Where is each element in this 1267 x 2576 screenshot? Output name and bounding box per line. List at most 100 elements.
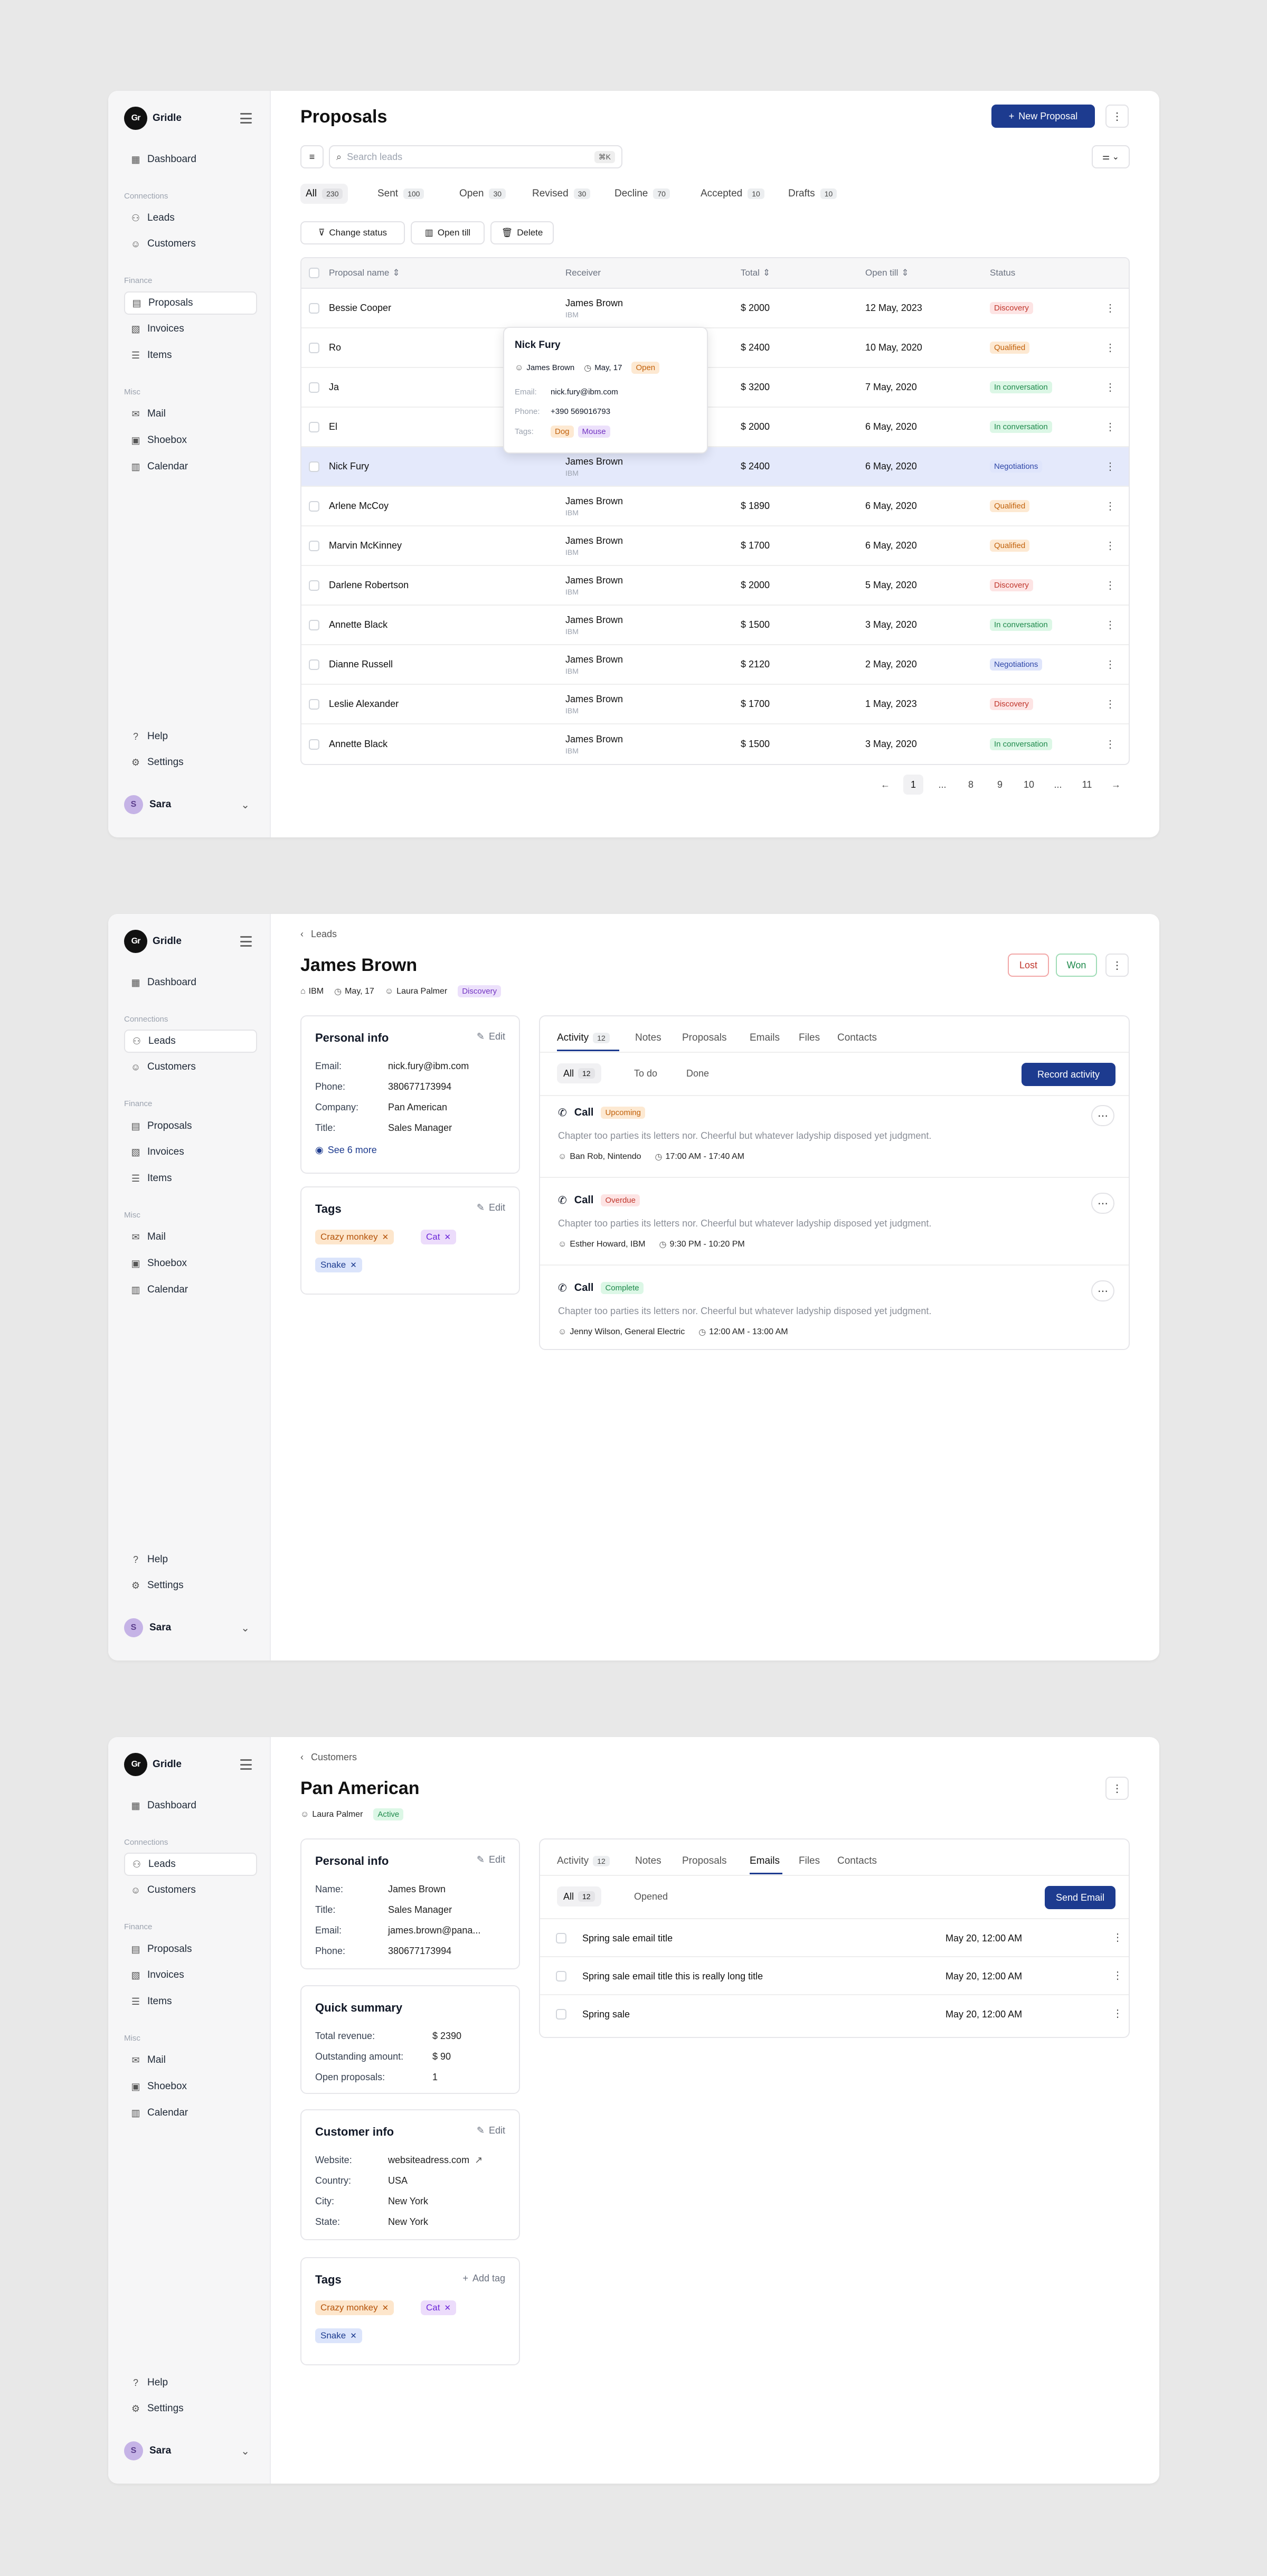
won-button[interactable]: Won	[1056, 954, 1097, 977]
row-checkbox[interactable]	[309, 368, 319, 407]
sidebar-item-shoebox[interactable]: ▣ Shoebox	[124, 1252, 257, 1275]
more-options-button[interactable]: ⋮	[1105, 1777, 1129, 1800]
tab-open[interactable]: Open 30	[454, 184, 511, 204]
sidebar-item-invoices[interactable]: ▧ Invoices	[124, 1964, 257, 1987]
row-options-kebab-icon[interactable]: ⋮	[1105, 447, 1115, 486]
table-row[interactable]: Annette Black James Brown IBM $ 1500 3 May, …	[301, 606, 1129, 645]
proposal-name[interactable]: Bessie Cooper	[329, 289, 391, 327]
sidebar-item-dashboard[interactable]: ▦ Dashboard	[124, 1794, 257, 1817]
proposal-name[interactable]: Marvin McKinney	[329, 526, 402, 565]
sidebar-item-customers[interactable]: ☺ Customers	[124, 232, 257, 256]
field-value[interactable]: websiteadress.com	[388, 2155, 469, 2166]
email-subject[interactable]: Spring sale email title	[582, 1933, 673, 1944]
sidebar-item-mail[interactable]: ✉ Mail	[124, 1225, 257, 1249]
logo[interactable]: Gr Gridle	[124, 1753, 182, 1776]
row-checkbox[interactable]	[309, 487, 319, 525]
col-open-till[interactable]: Open till ⇕	[865, 258, 909, 288]
proposal-name[interactable]: El	[329, 408, 337, 446]
col-proposal-name[interactable]: Proposal name ⇕	[329, 258, 400, 288]
tab-notes[interactable]: Notes	[635, 1032, 661, 1044]
sidebar-item-help[interactable]: ? Help	[124, 725, 257, 748]
sidebar-item-customers[interactable]: ☺ Customers	[124, 1055, 257, 1079]
table-row[interactable]: RoJames BrownIBM$ 240010 May, 2020Qualif…	[301, 328, 1129, 368]
email-row[interactable]: Spring sale May 20, 12:00 AM ⋮	[540, 1995, 1129, 2033]
row-checkbox[interactable]	[309, 606, 319, 644]
tab-contacts[interactable]: Contacts	[837, 1032, 877, 1044]
page-button[interactable]: 8	[961, 775, 981, 795]
sidebar-item-proposals[interactable]: ▤ Proposals	[124, 291, 257, 315]
tab-sent[interactable]: Sent 100	[372, 184, 429, 204]
lost-button[interactable]: Lost	[1008, 954, 1049, 977]
table-row[interactable]: Leslie Alexander James Brown IBM $ 1700 1 Ma…	[301, 685, 1129, 724]
add-tag-button[interactable]: + Add tag	[462, 2273, 505, 2284]
search-input[interactable]: ⌕ Search leads ⌘K	[329, 145, 622, 168]
tag-chip[interactable]: Cat ✕	[421, 2300, 457, 2315]
sidebar-item-shoebox[interactable]: ▣ Shoebox	[124, 429, 257, 452]
tab-proposals[interactable]: Proposals	[682, 1032, 727, 1044]
sidebar-item-mail[interactable]: ✉ Mail	[124, 2049, 257, 2072]
row-options-kebab-icon[interactable]: ⋮	[1105, 566, 1115, 605]
breadcrumb[interactable]: ‹ Customers	[300, 1752, 357, 1763]
sidebar-item-calendar[interactable]: ▥ Calendar	[124, 1278, 257, 1301]
close-icon[interactable]: ✕	[350, 1260, 357, 1270]
tab-contacts[interactable]: Contacts	[837, 1855, 877, 1867]
proposal-name[interactable]: Annette Black	[329, 606, 387, 644]
tag-chip[interactable]: Crazy monkey ✕	[315, 2300, 394, 2315]
page-button[interactable]: 9	[990, 775, 1010, 795]
page-button[interactable]: 1	[903, 775, 923, 795]
change-status-button[interactable]: ⊽ Change status	[300, 221, 405, 244]
delete-button[interactable]: 🗑 Delete	[490, 221, 554, 244]
activity-options-button[interactable]: ⋯	[1091, 1105, 1114, 1126]
filter-opened[interactable]: Opened	[628, 1886, 674, 1907]
open-till-button[interactable]: ▥ Open till	[411, 221, 485, 244]
email-options-kebab-icon[interactable]: ⋮	[1112, 1931, 1123, 1944]
row-checkbox[interactable]	[309, 645, 319, 684]
tab-all[interactable]: All 230	[300, 184, 348, 204]
email-row[interactable]: Spring sale email title this is really l…	[540, 1957, 1129, 1995]
proposal-name[interactable]: Ro	[329, 328, 341, 367]
table-row[interactable]: Annette Black James Brown IBM $ 1500 3 May, …	[301, 724, 1129, 764]
edit-button[interactable]: ✎ Edit	[477, 2125, 505, 2136]
proposal-name[interactable]: Annette Black	[329, 724, 387, 764]
sidebar-item-leads[interactable]: ⚇ Leads	[124, 1853, 257, 1876]
breadcrumb[interactable]: ‹ Leads	[300, 929, 337, 940]
tab-files[interactable]: Files	[799, 1855, 820, 1867]
sidebar-item-dashboard[interactable]: ▦ Dashboard	[124, 148, 257, 171]
sidebar-item-calendar[interactable]: ▥ Calendar	[124, 2101, 257, 2125]
sidebar-item-invoices[interactable]: ▧ Invoices	[124, 317, 257, 341]
filter-button[interactable]: ≡	[300, 145, 324, 168]
sidebar-item-help[interactable]: ? Help	[124, 2371, 257, 2394]
proposal-name[interactable]: Dianne Russell	[329, 645, 393, 684]
user-menu[interactable]: S Sara ⌄	[124, 1616, 257, 1639]
field-value[interactable]: james.brown@pana...	[388, 1925, 480, 1936]
tab-activity[interactable]: Activity 12	[557, 1032, 610, 1044]
sidebar-item-settings[interactable]: ⚙ Settings	[124, 2397, 257, 2420]
user-menu[interactable]: S Sara ⌄	[124, 2439, 257, 2462]
next-page-button[interactable]: →	[1106, 775, 1126, 795]
menu-icon[interactable]	[240, 113, 252, 124]
view-settings-button[interactable]: ⚌ ⌄	[1092, 145, 1130, 168]
row-checkbox[interactable]	[309, 328, 319, 367]
close-icon[interactable]: ✕	[444, 2303, 451, 2313]
row-options-kebab-icon[interactable]: ⋮	[1105, 724, 1115, 764]
close-icon[interactable]: ✕	[382, 1232, 389, 1242]
edit-button[interactable]: ✎ Edit	[477, 1031, 505, 1042]
tab-decline[interactable]: Decline 70	[609, 184, 675, 204]
sidebar-item-calendar[interactable]: ▥ Calendar	[124, 455, 257, 478]
row-checkbox[interactable]	[309, 447, 319, 486]
row-options-kebab-icon[interactable]: ⋮	[1105, 487, 1115, 525]
row-checkbox[interactable]	[309, 724, 319, 764]
sidebar-item-items[interactable]: ☰ Items	[124, 344, 257, 367]
col-total[interactable]: Total ⇕	[741, 258, 770, 288]
logo[interactable]: Gr Gridle	[124, 930, 182, 953]
table-row[interactable]: Nick Fury James Brown IBM $ 2400 6 May, 2020…	[301, 447, 1129, 487]
close-icon[interactable]: ✕	[444, 1232, 451, 1242]
row-checkbox[interactable]	[309, 526, 319, 565]
edit-button[interactable]: ✎ Edit	[477, 1854, 505, 1865]
email-options-kebab-icon[interactable]: ⋮	[1112, 2007, 1123, 2020]
page-button[interactable]: 11	[1077, 775, 1097, 795]
activity-options-button[interactable]: ⋯	[1091, 1280, 1114, 1301]
row-options-kebab-icon[interactable]: ⋮	[1105, 408, 1115, 446]
tab-emails[interactable]: Emails	[750, 1032, 780, 1044]
tag-chip[interactable]: Snake ✕	[315, 2328, 362, 2343]
